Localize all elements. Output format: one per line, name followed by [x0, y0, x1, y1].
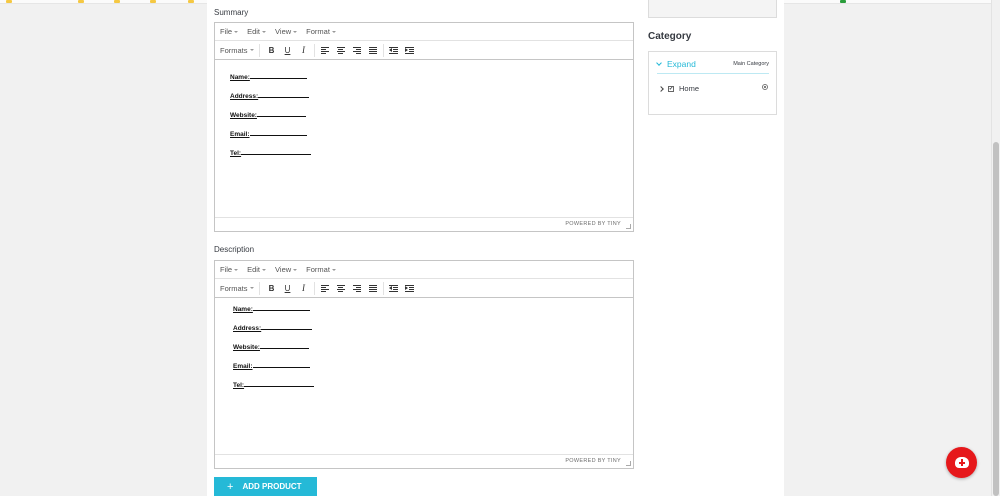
description-editor-statusbar: POWERED BY TINY — [215, 454, 633, 468]
align-right-button[interactable] — [349, 44, 365, 57]
indent-icon — [405, 284, 415, 292]
description-editor-content[interactable]: Name: Address: Website: Email: Tel: — [215, 298, 633, 454]
summary-label: Summary — [214, 8, 249, 17]
category-divider — [657, 73, 769, 74]
caret-down-icon — [234, 30, 239, 33]
align-center-button[interactable] — [333, 282, 349, 295]
address-line: Address: — [230, 92, 310, 100]
indent-icon — [405, 46, 415, 54]
summary-editor-statusbar: POWERED BY TINY — [215, 217, 633, 231]
description-editor-toolbar: Formats B U I — [215, 279, 633, 298]
menu-format[interactable]: Format — [306, 27, 336, 36]
caret-down-icon — [262, 30, 267, 33]
menu-format[interactable]: Format — [306, 265, 336, 274]
menu-file[interactable]: File — [220, 265, 239, 274]
email-line: Email: — [230, 130, 307, 138]
align-right-button[interactable] — [349, 282, 365, 295]
italic-button[interactable]: I — [296, 44, 312, 57]
align-center-button[interactable] — [333, 44, 349, 57]
menu-view[interactable]: View — [275, 265, 298, 274]
indent-button[interactable] — [402, 44, 418, 57]
align-center-icon — [336, 46, 345, 54]
caret-down-icon — [331, 268, 336, 271]
main-category-header: Main Category — [733, 61, 769, 67]
floating-help-button[interactable] — [946, 447, 977, 478]
tel-line: Tel: — [230, 149, 312, 157]
toolbar-divider — [382, 281, 384, 295]
caret-down-icon — [293, 30, 298, 33]
main-category-radio[interactable] — [762, 84, 768, 90]
description-editor: File Edit View Format Formats B U I Name… — [214, 260, 634, 469]
summary-editor-toolbar: Formats B U I — [215, 41, 633, 60]
caret-down-icon — [234, 268, 239, 271]
description-editor-menubar: File Edit View Format — [215, 261, 633, 279]
align-left-button[interactable] — [317, 44, 333, 57]
category-tree-box: Expand Main Category ✔ Home — [648, 51, 777, 115]
underline-button[interactable]: U — [280, 282, 296, 295]
align-center-icon — [336, 284, 345, 292]
align-justify-button[interactable] — [365, 282, 381, 295]
align-justify-button[interactable] — [365, 44, 381, 57]
caret-down-icon — [331, 30, 336, 33]
name-line: Name: — [230, 73, 307, 81]
chevron-down-icon — [656, 60, 662, 66]
caret-down-icon — [249, 287, 254, 289]
scrollbar-thumb[interactable] — [993, 142, 999, 496]
home-checkbox[interactable]: ✔ — [668, 85, 674, 92]
page-scrollbar[interactable] — [991, 0, 1000, 496]
indent-button[interactable] — [402, 282, 418, 295]
bold-button[interactable]: B — [264, 282, 280, 295]
plus-icon: + — [227, 480, 234, 493]
formats-dropdown[interactable]: Formats — [220, 43, 260, 57]
category-title: Category — [648, 31, 692, 42]
outdent-button[interactable] — [386, 282, 402, 295]
website-line: Website: — [230, 111, 306, 119]
powered-by-tiny[interactable]: POWERED BY TINY — [565, 458, 621, 464]
menu-edit[interactable]: Edit — [247, 265, 267, 274]
align-right-icon — [352, 46, 361, 54]
toolbar-divider — [382, 43, 384, 57]
align-left-icon — [320, 284, 329, 292]
previous-panel-bottom — [648, 0, 777, 18]
align-justify-icon — [368, 284, 377, 292]
email-line: Email: — [233, 362, 310, 370]
chevron-right-icon[interactable] — [658, 85, 664, 92]
caret-down-icon — [293, 268, 298, 271]
menu-edit[interactable]: Edit — [247, 27, 267, 36]
summary-editor-menubar: File Edit View Format — [215, 23, 633, 41]
tel-line: Tel: — [233, 381, 315, 389]
resize-handle-icon[interactable] — [626, 461, 631, 466]
add-product-button[interactable]: + ADD PRODUCT — [214, 477, 317, 496]
category-item-home: ✔ Home — [658, 84, 699, 93]
italic-button[interactable]: I — [296, 282, 312, 295]
caret-down-icon — [249, 49, 254, 51]
toolbar-divider — [313, 43, 315, 57]
align-left-button[interactable] — [317, 282, 333, 295]
outdent-icon — [389, 284, 399, 292]
address-line: Address: — [233, 324, 313, 332]
underline-button[interactable]: U — [280, 44, 296, 57]
summary-editor: File Edit View Format Formats B U I Name… — [214, 22, 634, 232]
outdent-button[interactable] — [386, 44, 402, 57]
cloud-plus-icon — [954, 457, 969, 468]
summary-editor-content[interactable]: Name: Address: Website: Email: Tel: — [215, 60, 633, 217]
formats-dropdown[interactable]: Formats — [220, 281, 260, 295]
outdent-icon — [389, 46, 399, 54]
align-right-icon — [352, 284, 361, 292]
resize-handle-icon[interactable] — [626, 224, 631, 229]
powered-by-tiny[interactable]: POWERED BY TINY — [565, 221, 621, 227]
toolbar-divider — [313, 281, 315, 295]
menu-file[interactable]: File — [220, 27, 239, 36]
description-label: Description — [214, 245, 255, 254]
caret-down-icon — [262, 268, 267, 271]
menu-view[interactable]: View — [275, 27, 298, 36]
name-line: Name: — [233, 305, 310, 313]
expand-toggle[interactable]: Expand — [656, 59, 696, 69]
website-line: Website: — [233, 343, 309, 351]
align-left-icon — [320, 46, 329, 54]
bold-button[interactable]: B — [264, 44, 280, 57]
align-justify-icon — [368, 46, 377, 54]
